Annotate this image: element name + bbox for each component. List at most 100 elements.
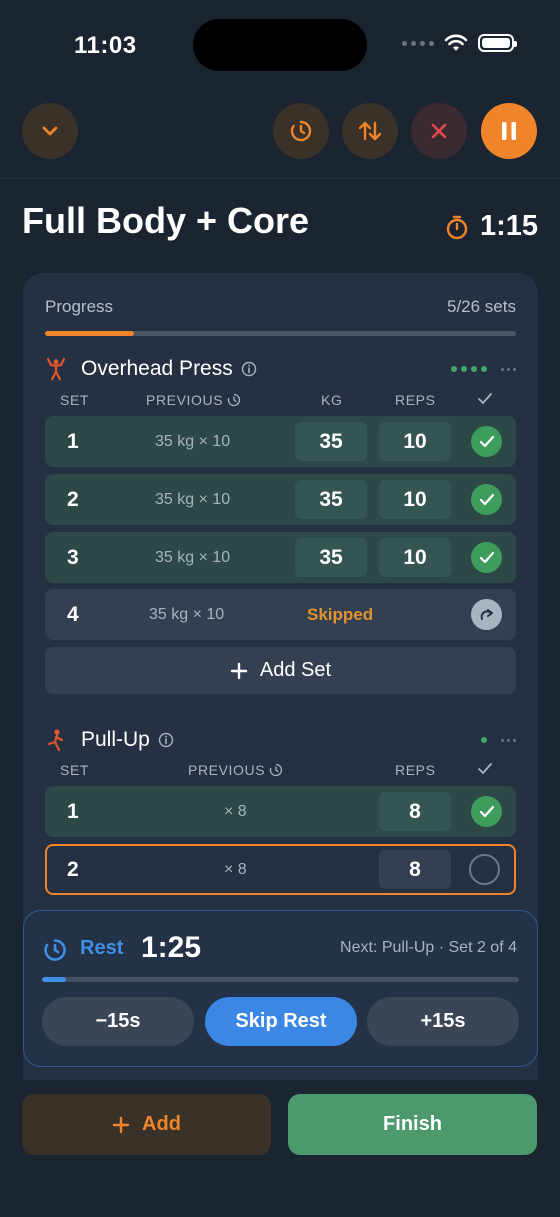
subtract-15s-button[interactable]: −15s — [42, 997, 194, 1046]
rest-label: Rest — [80, 937, 124, 959]
plus-icon — [112, 1116, 130, 1133]
status-time: 11:03 — [74, 32, 137, 59]
exercise-header[interactable]: Overhead Press — [45, 355, 516, 383]
set-complete-toggle[interactable] — [471, 796, 502, 827]
checkmark-icon — [479, 551, 494, 563]
set-complete-toggle[interactable] — [471, 542, 502, 573]
discard-workout-button[interactable] — [411, 103, 467, 159]
previous-value[interactable]: 35 kg × 10 — [155, 532, 230, 583]
exercise-name: Pull-Up — [81, 728, 150, 751]
checkmark-icon — [478, 393, 492, 404]
set-complete-toggle[interactable] — [469, 854, 500, 885]
previous-value[interactable]: 35 kg × 10 — [155, 474, 230, 525]
chevron-down-icon — [42, 126, 58, 136]
rest-timer-panel: Rest 1:25 Next: Pull-Up · Set 2 of 4 −15… — [23, 910, 538, 1067]
rest-progress-fill — [42, 977, 66, 982]
more-icon[interactable] — [501, 367, 516, 371]
reps-input[interactable]: 10 — [379, 480, 451, 519]
col-previous: PREVIOUS — [188, 762, 283, 778]
col-set: SET — [60, 392, 90, 408]
col-kg: KG — [321, 392, 343, 408]
set-number: 4 — [67, 603, 79, 626]
wifi-icon — [444, 34, 468, 51]
reorder-icon — [358, 121, 382, 141]
set-number: 1 — [67, 800, 79, 823]
previous-value[interactable]: 35 kg × 10 — [149, 589, 224, 640]
info-icon[interactable] — [158, 732, 174, 748]
set-row: 3 35 kg × 10 35 10 — [45, 532, 516, 583]
timer-button[interactable] — [273, 103, 329, 159]
previous-value[interactable]: × 8 — [224, 846, 247, 893]
add-set-button[interactable]: Add Set — [45, 647, 516, 694]
set-complete-toggle[interactable] — [471, 484, 502, 515]
elapsed-time: 1:15 — [479, 210, 538, 242]
set-progress-dots — [451, 366, 487, 372]
col-previous: PREVIOUS — [146, 392, 241, 408]
finish-workout-button[interactable]: Finish — [288, 1094, 537, 1155]
bottom-action-bar: Add Finish — [0, 1080, 560, 1217]
reorder-button[interactable] — [342, 103, 398, 159]
col-check — [477, 392, 493, 409]
skip-rest-button[interactable]: Skip Rest — [205, 997, 357, 1046]
status-icons — [402, 34, 517, 52]
workout-title: Full Body + Core — [22, 200, 310, 241]
checkmark-icon — [479, 493, 494, 505]
pause-button[interactable] — [481, 103, 537, 159]
plus-icon — [230, 662, 248, 679]
progress-bar — [45, 331, 516, 336]
stopwatch-icon — [446, 215, 468, 239]
col-reps: REPS — [395, 762, 436, 778]
progress-label: Progress — [45, 297, 114, 316]
set-number: 1 — [67, 430, 79, 453]
weight-input[interactable]: 35 — [295, 538, 367, 577]
col-check — [477, 762, 493, 779]
skipped-label: Skipped — [307, 605, 374, 624]
set-row: 1 35 kg × 10 35 10 — [45, 416, 516, 467]
set-column-headers: SET PREVIOUS REPS — [45, 762, 516, 782]
history-icon — [269, 763, 283, 777]
add-set-label: Add Set — [259, 659, 332, 681]
status-bar: 11:03 — [0, 0, 560, 90]
reps-input[interactable]: 8 — [379, 792, 451, 831]
reps-input[interactable]: 10 — [379, 422, 451, 461]
add-15s-button[interactable]: +15s — [367, 997, 519, 1046]
checkmark-icon — [479, 805, 494, 817]
previous-value[interactable]: 35 kg × 10 — [155, 416, 230, 467]
restore-set-button[interactable] — [471, 599, 502, 630]
previous-value[interactable]: × 8 — [224, 786, 247, 837]
info-icon[interactable] — [241, 361, 257, 377]
col-set: SET — [60, 762, 90, 778]
checkmark-icon — [478, 763, 492, 774]
workout-toolbar — [0, 103, 560, 159]
dynamic-island — [193, 19, 367, 71]
set-number: 2 — [67, 488, 79, 511]
battery-icon — [478, 34, 517, 52]
overhead-press-icon — [46, 357, 66, 381]
reps-input[interactable]: 10 — [379, 538, 451, 577]
next-set-info: Next: Pull-Up · Set 2 of 4 — [340, 939, 517, 956]
set-number: 3 — [67, 546, 79, 569]
rest-progress-bar — [42, 977, 519, 982]
more-icon[interactable] — [501, 738, 516, 742]
exercise-header[interactable]: Pull-Up — [45, 726, 516, 754]
set-number: 2 — [67, 858, 79, 881]
elapsed-timer: 1:15 — [444, 210, 538, 243]
set-column-headers: SET PREVIOUS KG REPS — [45, 392, 516, 412]
redo-icon — [480, 608, 493, 620]
add-label: Add — [142, 1113, 181, 1135]
exercise-name: Overhead Press — [81, 357, 233, 380]
set-complete-toggle[interactable] — [471, 426, 502, 457]
reps-input[interactable]: 8 — [379, 850, 451, 889]
set-row-active: 2 × 8 8 — [45, 844, 516, 895]
set-row: 4 35 kg × 10 Skipped — [45, 589, 516, 640]
weight-input[interactable]: 35 — [295, 422, 367, 461]
collapse-button[interactable] — [22, 103, 78, 159]
add-exercise-button[interactable]: Add — [22, 1094, 271, 1155]
close-icon — [431, 123, 447, 139]
progress-fill — [45, 331, 135, 336]
pull-up-icon — [47, 729, 64, 752]
set-progress-dots — [481, 737, 487, 743]
set-row: 2 35 kg × 10 35 10 — [45, 474, 516, 525]
pause-icon — [502, 122, 516, 140]
weight-input[interactable]: 35 — [295, 480, 367, 519]
